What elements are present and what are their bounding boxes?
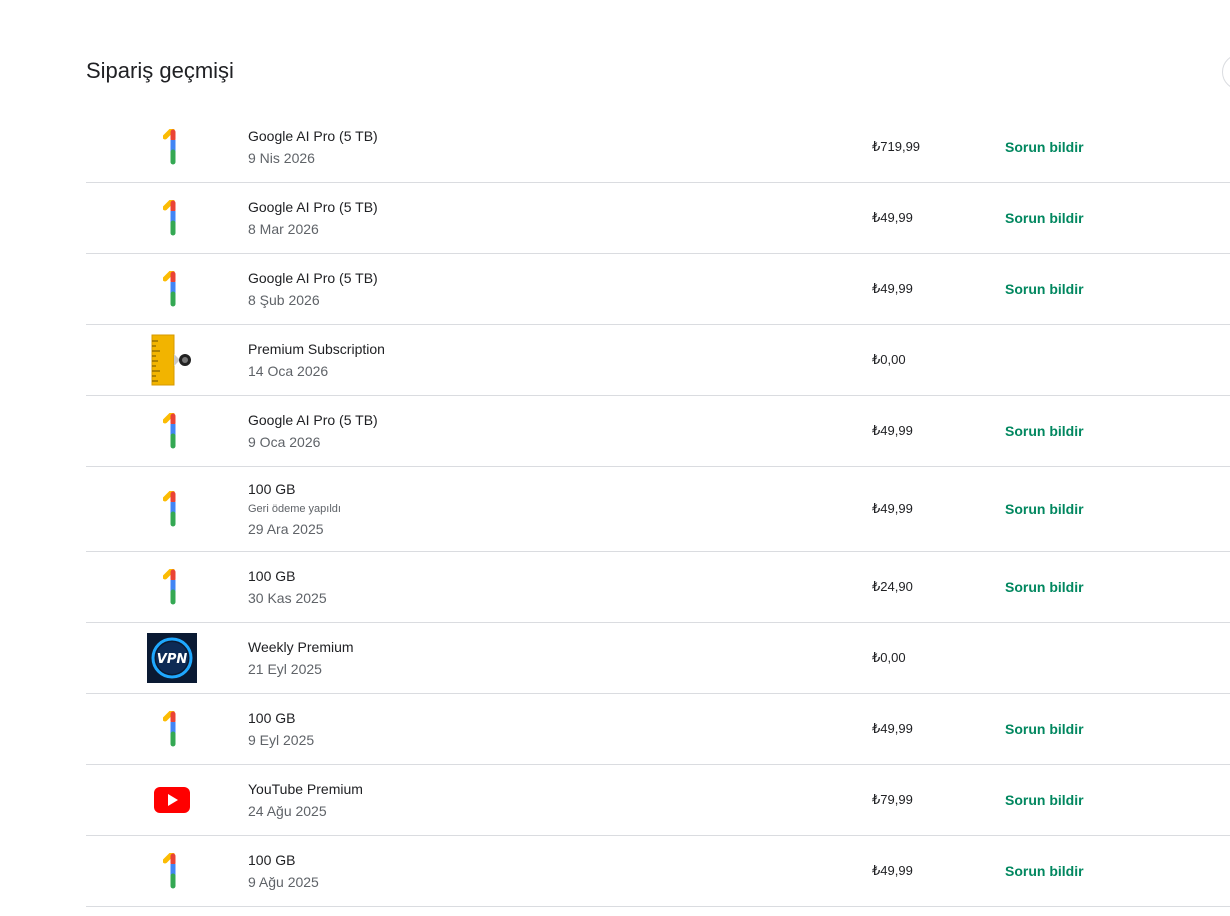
order-price: ₺79,99 [872, 792, 913, 807]
order-price: ₺49,99 [872, 501, 913, 516]
google-one-icon [163, 491, 176, 527]
order-details: Google AI Pro (5 TB) 8 Mar 2026 [248, 197, 378, 239]
order-icon-container [146, 263, 198, 315]
order-title: Google AI Pro (5 TB) [248, 128, 378, 144]
order-details: 100 GB 30 Kas 2025 [248, 566, 327, 608]
order-title: Google AI Pro (5 TB) [248, 199, 378, 215]
report-problem-link[interactable]: Sorun bildir [1005, 281, 1084, 297]
report-problem-link[interactable]: Sorun bildir [1005, 863, 1084, 879]
svg-text:VPN: VPN [157, 652, 188, 667]
order-title: Google AI Pro (5 TB) [248, 412, 378, 428]
order-price: ₺0,00 [872, 650, 906, 665]
order-title: Google AI Pro (5 TB) [248, 270, 378, 286]
order-date: 29 Ara 2025 [248, 521, 324, 537]
order-icon-container [146, 121, 198, 173]
order-details: Google AI Pro (5 TB) 9 Nis 2026 [248, 126, 378, 168]
order-details: YouTube Premium 24 Ağu 2025 [248, 779, 363, 821]
order-row[interactable]: 100 GB 9 Ağu 2025 ₺49,99 Sorun bildir [86, 836, 1230, 907]
order-details: Google AI Pro (5 TB) 8 Şub 2026 [248, 268, 378, 310]
order-price: ₺49,99 [872, 281, 913, 296]
order-date: 24 Ağu 2025 [248, 803, 327, 819]
order-date: 9 Nis 2026 [248, 150, 315, 166]
google-one-icon [163, 413, 176, 449]
order-icon-container [146, 774, 198, 826]
order-price: ₺49,99 [872, 863, 913, 878]
order-date: 30 Kas 2025 [248, 590, 327, 606]
order-details: 100 GB 9 Eyl 2025 [248, 708, 314, 750]
order-price: ₺49,99 [872, 210, 913, 225]
order-price: ₺0,00 [872, 352, 906, 367]
order-details: Premium Subscription 14 Oca 2026 [248, 339, 385, 381]
order-title: 100 GB [248, 481, 296, 497]
order-title: 100 GB [248, 710, 296, 726]
order-date: 9 Ağu 2025 [248, 874, 319, 890]
order-row[interactable]: 100 GB 9 Eyl 2025 ₺49,99 Sorun bildir [86, 694, 1230, 765]
order-title: 100 GB [248, 568, 296, 584]
order-title: 100 GB [248, 852, 296, 868]
page-title: Sipariş geçmişi [86, 58, 234, 83]
google-one-icon [163, 569, 176, 605]
order-date: 14 Oca 2026 [248, 363, 329, 379]
report-problem-link[interactable]: Sorun bildir [1005, 792, 1084, 808]
google-one-icon [163, 271, 176, 307]
order-list: Google AI Pro (5 TB) 9 Nis 2026 ₺719,99 Sor… [86, 112, 1230, 907]
order-row[interactable]: Google AI Pro (5 TB) 9 Nis 2026 ₺719,99 Sor… [86, 112, 1230, 183]
order-title: Weekly Premium [248, 639, 354, 655]
order-price: ₺24,90 [872, 579, 913, 594]
order-details: Weekly Premium 21 Eyl 2025 [248, 637, 354, 679]
order-details: 100 GB Geri ödeme yapıldı 29 Ara 2025 [248, 479, 341, 539]
report-problem-link[interactable]: Sorun bildir [1005, 423, 1084, 439]
google-one-icon [163, 129, 176, 165]
google-one-icon [163, 853, 176, 889]
report-problem-link[interactable]: Sorun bildir [1005, 579, 1084, 595]
order-icon-container: VPN [146, 632, 198, 684]
order-date: 21 Eyl 2025 [248, 661, 322, 677]
order-date: 8 Şub 2026 [248, 292, 320, 308]
order-history-page: Sipariş geçmişi Google AI Pro (5 TB) 9 Ni… [0, 0, 1230, 916]
order-details: 100 GB 9 Ağu 2025 [248, 850, 319, 892]
report-problem-link[interactable]: Sorun bildir [1005, 139, 1084, 155]
order-date: 9 Eyl 2025 [248, 732, 315, 748]
order-icon-container [146, 405, 198, 457]
order-icon-container [146, 703, 198, 755]
report-problem-link[interactable]: Sorun bildir [1005, 721, 1084, 737]
order-price: ₺719,99 [872, 139, 921, 154]
youtube-icon [154, 787, 190, 813]
order-details: Google AI Pro (5 TB) 9 Oca 2026 [248, 410, 378, 452]
order-icon-container [146, 192, 198, 244]
order-icon-container [146, 483, 198, 535]
order-title: Premium Subscription [248, 341, 385, 357]
order-icon-container [146, 334, 198, 386]
order-row[interactable]: VPN Weekly Premium 21 Eyl 2025 ₺0,00 [86, 623, 1230, 694]
order-row[interactable]: 100 GB 30 Kas 2025 ₺24,90 Sorun bildir [86, 552, 1230, 623]
order-price: ₺49,99 [872, 423, 913, 438]
order-date: 8 Mar 2026 [248, 221, 319, 237]
report-problem-link[interactable]: Sorun bildir [1005, 210, 1084, 226]
order-date: 9 Oca 2026 [248, 434, 321, 450]
report-problem-link[interactable]: Sorun bildir [1005, 501, 1084, 517]
vpn-app-icon: VPN [147, 633, 197, 683]
order-title: YouTube Premium [248, 781, 363, 797]
order-row[interactable]: 100 GB Geri ödeme yapıldı 29 Ara 2025 ₺49,9… [86, 467, 1230, 552]
ruler-app-icon [151, 334, 191, 386]
header-action-button[interactable] [1222, 54, 1230, 90]
order-status-note: Geri ödeme yapıldı [248, 503, 341, 515]
order-price: ₺49,99 [872, 721, 913, 736]
order-row[interactable]: Premium Subscription 14 Oca 2026 ₺0,00 [86, 325, 1230, 396]
order-row[interactable]: Google AI Pro (5 TB) 8 Mar 2026 ₺49,99 Soru… [86, 183, 1230, 254]
order-icon-container [146, 561, 198, 613]
order-row[interactable]: Google AI Pro (5 TB) 9 Oca 2026 ₺49,99 Soru… [86, 396, 1230, 467]
order-row[interactable]: YouTube Premium 24 Ağu 2025 ₺79,99 Sorun bi… [86, 765, 1230, 836]
google-one-icon [163, 200, 176, 236]
order-row[interactable]: Google AI Pro (5 TB) 8 Şub 2026 ₺49,99 Soru… [86, 254, 1230, 325]
google-one-icon [163, 711, 176, 747]
order-icon-container [146, 845, 198, 897]
